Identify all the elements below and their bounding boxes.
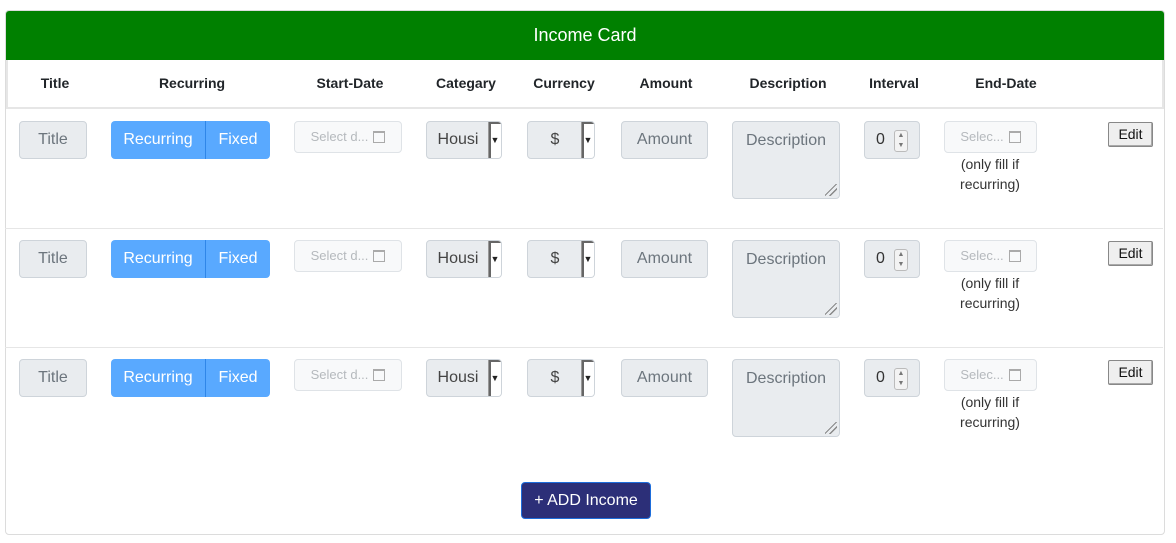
start-date-placeholder: Select d... [310,129,369,144]
category-select[interactable]: Housi ▼ [426,359,502,397]
spinner-icon[interactable]: ▲ ▼ [894,368,908,390]
calendar-icon [1008,130,1021,143]
end-date-hint-line: (only fill if [960,394,1020,410]
fixed-option-button[interactable]: Fixed [206,359,270,397]
chevron-down-icon: ▼ [581,241,594,277]
add-income-button[interactable]: + ADD Income [521,482,651,519]
category-value: Housi [437,369,479,386]
currency-select[interactable]: $ ▼ [527,240,595,278]
chevron-down-icon: ▼ [581,122,594,158]
currency-value: $ [550,131,560,148]
edit-button[interactable]: Edit [1108,360,1153,385]
chevron-down-icon: ▼ [488,241,501,277]
chevron-down-icon: ▼ [581,360,594,396]
title-input[interactable]: Title [19,240,87,278]
recurring-toggle: Recurring Fixed [111,359,270,397]
resize-grip-icon[interactable] [825,184,837,196]
end-date-hint-line: recurring) [960,414,1020,430]
fixed-option-button[interactable]: Fixed [206,240,270,278]
recurring-option-button[interactable]: Recurring [111,359,206,397]
card-title: Income Card [6,11,1164,60]
recurring-option-button[interactable]: Recurring [111,121,206,159]
interval-value: 0 [876,131,885,148]
end-date-hint-line: recurring) [960,295,1020,311]
currency-value: $ [550,250,560,267]
column-header-category: Categary [436,75,496,91]
interval-value: 0 [876,250,885,267]
resize-grip-icon[interactable] [825,303,837,315]
end-date-hint: (only fill if recurring) [935,392,1045,432]
spinner-icon[interactable]: ▲ ▼ [894,249,908,271]
description-placeholder: Description [745,132,827,149]
interval-input[interactable]: 0 ▲ ▼ [864,121,920,159]
description-textarea[interactable]: Description [732,240,840,318]
recurring-toggle: Recurring Fixed [111,240,270,278]
end-date-hint: (only fill if recurring) [935,273,1045,313]
chevron-down-icon: ▼ [488,122,501,158]
recurring-option-button[interactable]: Recurring [111,240,206,278]
table-header: Title Recurring Start-Date Categary Curr… [6,60,1164,109]
column-header-description: Description [749,75,827,91]
amount-input[interactable]: Amount [621,121,708,159]
start-date-picker[interactable]: Select d... [294,359,402,391]
currency-select[interactable]: $ ▼ [527,359,595,397]
description-textarea[interactable]: Description [732,359,840,437]
currency-value: $ [550,369,560,386]
column-header-recurring: Recurring [158,75,226,91]
end-date-hint-line: recurring) [960,176,1020,192]
calendar-icon [373,130,386,143]
start-date-placeholder: Select d... [310,248,369,263]
resize-grip-icon[interactable] [825,422,837,434]
column-header-start-date: Start-Date [316,75,384,91]
calendar-icon [1008,368,1021,381]
chevron-down-icon: ▼ [488,360,501,396]
end-date-hint-line: (only fill if [960,156,1020,172]
spinner-icon[interactable]: ▲ ▼ [894,130,908,152]
end-date-picker[interactable]: Selec... [944,121,1037,153]
column-header-interval: Interval [869,75,919,91]
edit-button[interactable]: Edit [1108,122,1153,147]
column-header-amount: Amount [639,75,693,91]
end-date-hint-line: (only fill if [960,275,1020,291]
description-placeholder: Description [745,251,827,268]
end-date-picker[interactable]: Selec... [944,240,1037,272]
end-date-placeholder: Selec... [960,129,1004,144]
column-header-end-date: End-Date [975,75,1037,91]
title-input[interactable]: Title [19,121,87,159]
category-select[interactable]: Housi ▼ [426,240,502,278]
category-value: Housi [437,250,479,267]
start-date-picker[interactable]: Select d... [294,121,402,153]
interval-value: 0 [876,369,885,386]
currency-select[interactable]: $ ▼ [527,121,595,159]
fixed-option-button[interactable]: Fixed [206,121,270,159]
end-date-picker[interactable]: Selec... [944,359,1037,391]
title-input[interactable]: Title [19,359,87,397]
end-date-hint: (only fill if recurring) [935,154,1045,194]
interval-input[interactable]: 0 ▲ ▼ [864,359,920,397]
column-header-title: Title [40,75,70,91]
amount-input[interactable]: Amount [621,240,708,278]
calendar-icon [1008,249,1021,262]
category-value: Housi [437,131,479,148]
description-placeholder: Description [745,370,827,387]
recurring-toggle: Recurring Fixed [111,121,270,159]
end-date-placeholder: Selec... [960,367,1004,382]
end-date-placeholder: Selec... [960,248,1004,263]
calendar-icon [373,368,386,381]
category-select[interactable]: Housi ▼ [426,121,502,159]
start-date-picker[interactable]: Select d... [294,240,402,272]
calendar-icon [373,249,386,262]
column-header-currency: Currency [533,75,595,91]
interval-input[interactable]: 0 ▲ ▼ [864,240,920,278]
amount-input[interactable]: Amount [621,359,708,397]
description-textarea[interactable]: Description [732,121,840,199]
start-date-placeholder: Select d... [310,367,369,382]
edit-button[interactable]: Edit [1108,241,1153,266]
